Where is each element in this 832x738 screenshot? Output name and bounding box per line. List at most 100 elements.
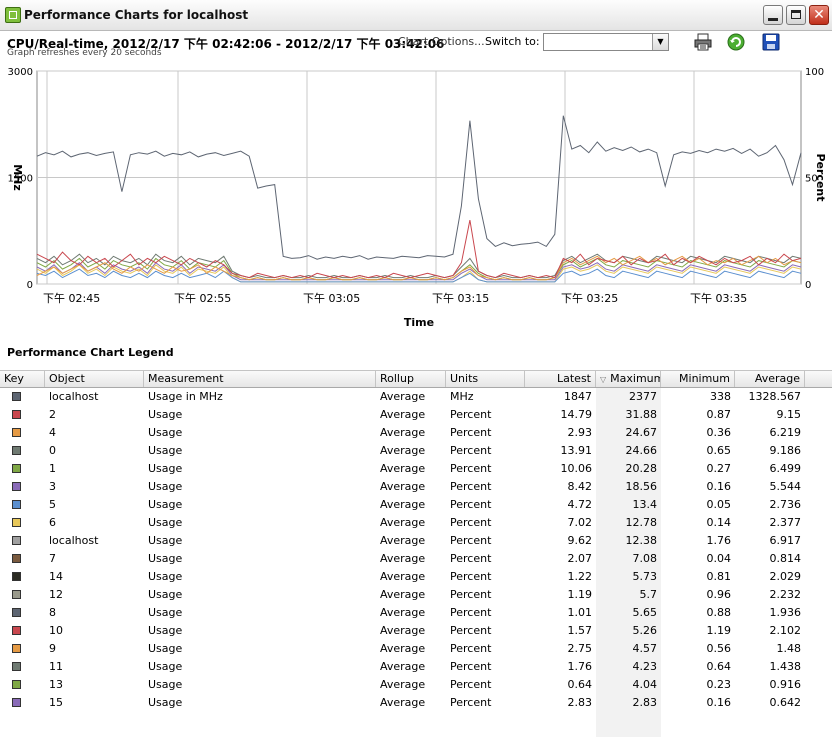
cell-units: Percent <box>450 462 492 475</box>
cell-latest: 1.57 <box>567 624 593 637</box>
color-key-swatch <box>12 428 21 437</box>
cell-measurement: Usage <box>148 624 183 637</box>
chevron-down-icon[interactable]: ▼ <box>652 34 668 50</box>
column-header-rollup[interactable]: Rollup <box>376 371 446 387</box>
legend-row[interactable]: 15 Usage Average Percent 2.83 2.83 0.16 0.642 <box>0 694 832 712</box>
x-tick-label: 下午 03:35 <box>690 292 747 305</box>
cell-object: 6 <box>49 516 56 529</box>
cell-rollup: Average <box>380 390 426 403</box>
title-bar: Performance Charts for localhost ✕ <box>0 0 832 31</box>
cell-minimum: 0.96 <box>706 588 732 601</box>
color-key-swatch <box>12 554 21 563</box>
cell-rollup: Average <box>380 678 426 691</box>
cell-units: Percent <box>450 444 492 457</box>
cell-maximum: 31.88 <box>625 408 658 421</box>
cell-rollup: Average <box>380 408 426 421</box>
legend-row[interactable]: 11 Usage Average Percent 1.76 4.23 0.64 1.438 <box>0 658 832 676</box>
cell-maximum: 2377 <box>629 390 657 403</box>
cell-rollup: Average <box>380 696 426 709</box>
close-button[interactable]: ✕ <box>809 5 829 25</box>
column-header-maximum[interactable]: ▽ Maximum <box>596 371 661 387</box>
cell-maximum: 20.28 <box>625 462 658 475</box>
column-header-object[interactable]: Object <box>45 371 144 387</box>
legend-row[interactable]: 9 Usage Average Percent 2.75 4.57 0.56 1.48 <box>0 640 832 658</box>
color-key-swatch <box>12 482 21 491</box>
cell-maximum: 5.73 <box>632 570 658 583</box>
column-header-latest[interactable]: Latest <box>525 371 596 387</box>
legend-row[interactable]: 5 Usage Average Percent 4.72 13.4 0.05 2.736 <box>0 496 832 514</box>
column-header-label: Average <box>754 372 800 385</box>
cell-latest: 1.19 <box>567 588 593 601</box>
refresh-note: Graph refreshes every 20 seconds <box>7 48 162 58</box>
color-key-swatch <box>12 626 21 635</box>
cell-measurement: Usage <box>148 552 183 565</box>
save-icon[interactable] <box>762 33 780 51</box>
cell-measurement: Usage in MHz <box>148 390 223 403</box>
legend-row[interactable]: 7 Usage Average Percent 2.07 7.08 0.04 0.814 <box>0 550 832 568</box>
refresh-icon[interactable] <box>727 33 745 51</box>
cell-measurement: Usage <box>148 570 183 583</box>
cell-average: 0.642 <box>769 696 802 709</box>
legend-row[interactable]: 0 Usage Average Percent 13.91 24.66 0.65 9.186 <box>0 442 832 460</box>
legend-row[interactable]: 10 Usage Average Percent 1.57 5.26 1.19 2.102 <box>0 622 832 640</box>
cell-maximum: 4.57 <box>632 642 658 655</box>
cell-measurement: Usage <box>148 660 183 673</box>
window-title: Performance Charts for localhost <box>24 8 249 22</box>
cell-latest: 9.62 <box>567 534 593 547</box>
legend-row[interactable]: 1 Usage Average Percent 10.06 20.28 0.27 6.499 <box>0 460 832 478</box>
legend-row[interactable]: 2 Usage Average Percent 14.79 31.88 0.87 9.15 <box>0 406 832 424</box>
cell-minimum: 0.16 <box>706 480 732 493</box>
chart-options-link[interactable]: Chart Options... <box>398 35 485 48</box>
switch-to-dropdown[interactable]: ▼ <box>543 33 669 51</box>
cell-minimum: 1.19 <box>706 624 732 637</box>
minimize-button[interactable] <box>763 5 783 25</box>
color-key-swatch <box>12 536 21 545</box>
cell-average: 6.219 <box>769 426 802 439</box>
legend-row[interactable]: 13 Usage Average Percent 0.64 4.04 0.23 0.916 <box>0 676 832 694</box>
cell-units: Percent <box>450 408 492 421</box>
cell-object: 2 <box>49 408 56 421</box>
x-tick-label: 下午 03:05 <box>303 292 360 305</box>
column-header-average[interactable]: Average <box>735 371 805 387</box>
legend-row[interactable]: 12 Usage Average Percent 1.19 5.7 0.96 2.232 <box>0 586 832 604</box>
cell-units: Percent <box>450 534 492 547</box>
legend-row[interactable]: localhost Usage in MHz Average MHz 1847 2377 3… <box>0 388 832 406</box>
legend-row[interactable]: localhost Usage Average Percent 9.62 12.38 1.7… <box>0 532 832 550</box>
cell-measurement: Usage <box>148 534 183 547</box>
cell-latest: 4.72 <box>567 498 593 511</box>
app-icon <box>5 7 21 23</box>
print-icon[interactable] <box>694 33 712 51</box>
cell-maximum: 24.67 <box>625 426 658 439</box>
cell-minimum: 0.14 <box>706 516 732 529</box>
legend-row[interactable]: 14 Usage Average Percent 1.22 5.73 0.81 2.029 <box>0 568 832 586</box>
cell-average: 1.936 <box>769 606 802 619</box>
cell-average: 0.814 <box>769 552 802 565</box>
cell-rollup: Average <box>380 624 426 637</box>
cell-minimum: 0.04 <box>706 552 732 565</box>
cell-units: Percent <box>450 498 492 511</box>
maximize-button[interactable] <box>786 5 806 25</box>
legend-row[interactable]: 8 Usage Average Percent 1.01 5.65 0.88 1.936 <box>0 604 832 622</box>
column-header-measurement[interactable]: Measurement <box>144 371 376 387</box>
cell-maximum: 7.08 <box>632 552 658 565</box>
column-header-minimum[interactable]: Minimum <box>661 371 735 387</box>
cell-maximum: 13.4 <box>632 498 658 511</box>
cell-latest: 7.02 <box>567 516 593 529</box>
legend-row[interactable]: 6 Usage Average Percent 7.02 12.78 0.14 2.377 <box>0 514 832 532</box>
y-axis-label-left: MHz <box>11 164 24 191</box>
cell-maximum: 5.65 <box>632 606 658 619</box>
legend-row[interactable]: 4 Usage Average Percent 2.93 24.67 0.36 6.219 <box>0 424 832 442</box>
column-header-key[interactable]: Key <box>0 371 45 387</box>
cell-units: Percent <box>450 570 492 583</box>
cell-average: 1328.567 <box>748 390 802 403</box>
cell-rollup: Average <box>380 606 426 619</box>
column-header-label: Maximum <box>610 372 661 385</box>
cell-rollup: Average <box>380 426 426 439</box>
cell-maximum: 18.56 <box>625 480 658 493</box>
cell-average: 2.377 <box>769 516 802 529</box>
column-header-units[interactable]: Units <box>446 371 525 387</box>
cell-latest: 1.76 <box>567 660 593 673</box>
cell-measurement: Usage <box>148 606 183 619</box>
legend-row[interactable]: 3 Usage Average Percent 8.42 18.56 0.16 5.544 <box>0 478 832 496</box>
cell-minimum: 0.64 <box>706 660 732 673</box>
